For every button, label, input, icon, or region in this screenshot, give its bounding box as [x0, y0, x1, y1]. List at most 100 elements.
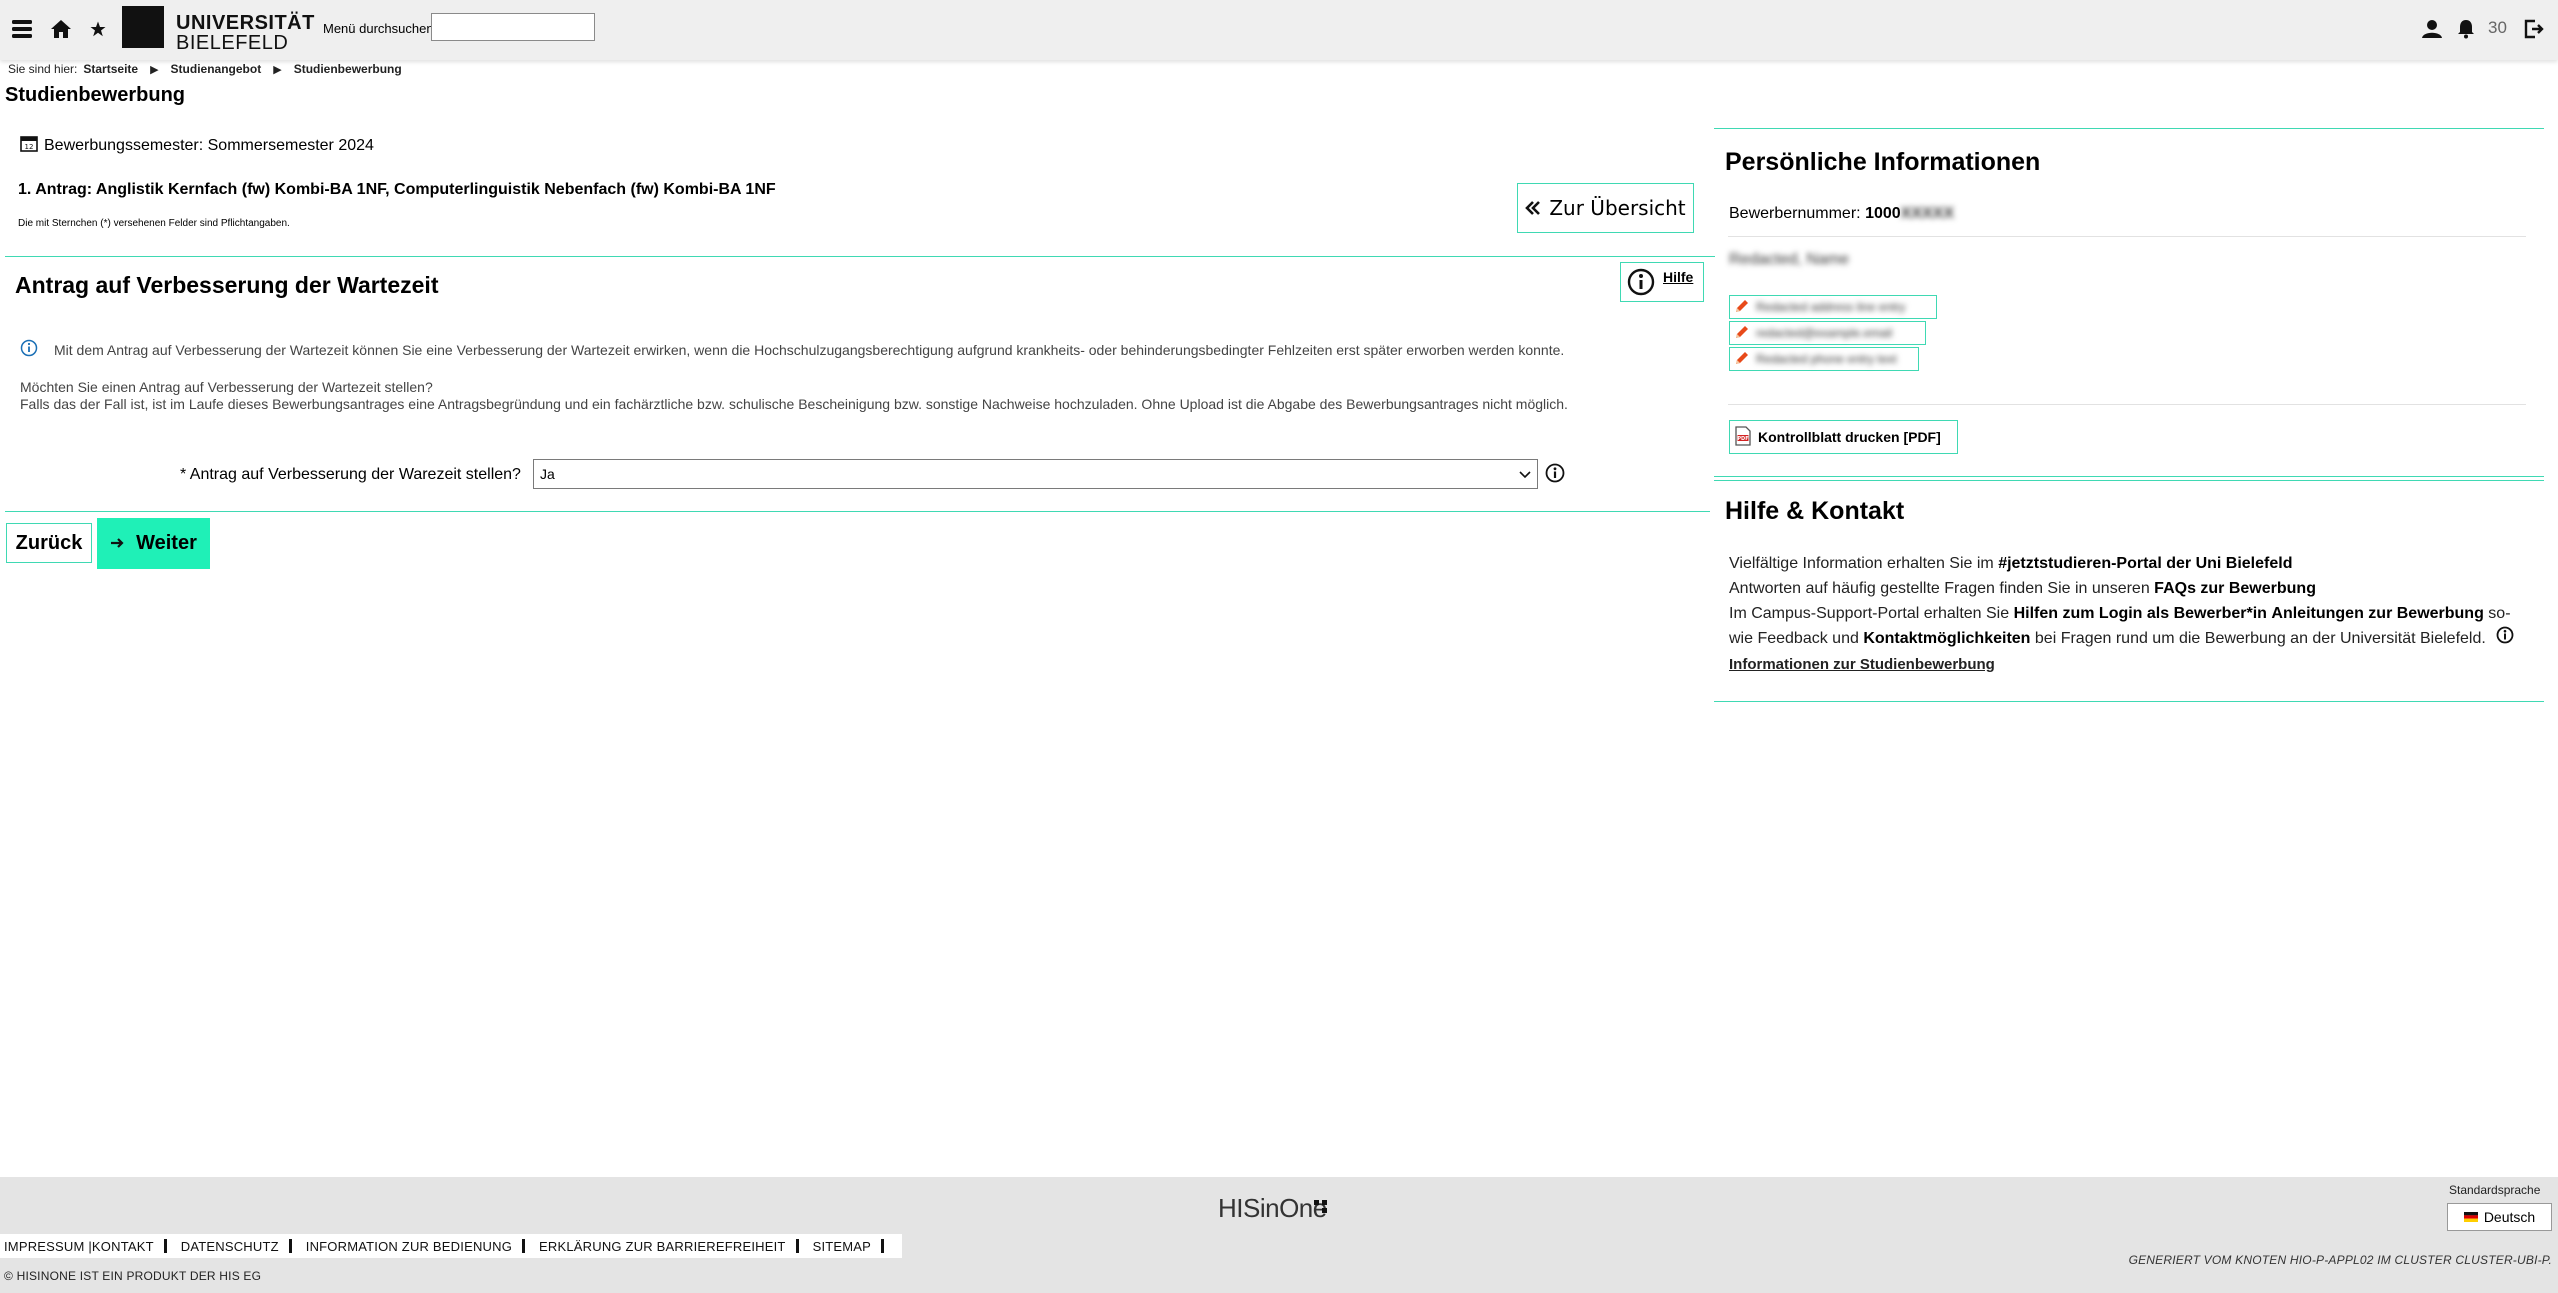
footer-link-datenschutz[interactable]: DATENSCHUTZ	[181, 1239, 279, 1254]
home-icon[interactable]	[46, 14, 76, 44]
divider	[1714, 476, 2544, 477]
language-button-label: Deutsch	[2483, 1209, 2536, 1225]
footer-link-bedienung[interactable]: INFORMATION ZUR BEDIENUNG	[306, 1239, 512, 1254]
footer-separator	[288, 1239, 292, 1253]
study-application-info-link[interactable]: Informationen zur Studienbewerbung	[1729, 656, 1995, 673]
generated-node-info: GENERIERT VOM KNOTEN HIO-P-APPL02 IM CLU…	[2128, 1253, 2552, 1267]
hisinone-logo[interactable]: HISinOne	[1218, 1193, 1327, 1224]
personal-info-heading: Persönliche Informationen	[1725, 148, 2041, 176]
question-line-2: Falls das der Fall ist, ist im Laufe die…	[20, 396, 1568, 412]
breadcrumb-startseite[interactable]: Startseite	[83, 62, 138, 76]
wartezeit-field-label: * Antrag auf Verbesserung der Warezeit s…	[180, 466, 521, 483]
info-text: Mit dem Antrag auf Verbesserung der Wart…	[54, 341, 1565, 358]
help-line-3-text: Im Campus-Support-Portal erhalten Sie	[1729, 605, 2014, 622]
info-circle-icon[interactable]	[2496, 626, 2514, 652]
logout-icon[interactable]	[2519, 14, 2549, 44]
calendar-icon: 12	[20, 134, 38, 157]
help-line-2: Antworten auf häufig gestellte Fragen fi…	[1729, 576, 2519, 601]
print-pdf-label: Kontrollblatt drucken [PDF]	[1758, 429, 1941, 445]
overview-button[interactable]: Zur Übersicht	[1517, 183, 1694, 233]
menu-search-label: Menü durchsuchen	[323, 21, 434, 36]
divider	[5, 256, 1715, 257]
top-bar: UNIVERSITÄT BIELEFELD Menü durchsuchen 3…	[0, 0, 2558, 60]
help-line-3: Im Campus-Support-Portal erhalten Sie Hi…	[1729, 601, 2519, 626]
print-pdf-button[interactable]: PDF Kontrollblatt drucken [PDF]	[1729, 420, 1958, 454]
jetztstudieren-link[interactable]: #jetztstudieren-Portal der Uni Bielefeld	[1998, 555, 2292, 572]
footer-separator	[795, 1239, 799, 1253]
university-logo[interactable]	[122, 6, 164, 48]
footer-separator	[881, 1239, 885, 1253]
university-wordmark: UNIVERSITÄT BIELEFELD	[176, 13, 315, 53]
divider	[1714, 480, 2544, 481]
help-button-label: Hilfe	[1663, 269, 1694, 285]
help-line-5: Informationen zur Studienbewerbung	[1729, 652, 2519, 677]
divider	[5, 511, 1710, 512]
help-line-4-text: wie Feedback und	[1729, 630, 1864, 648]
field-info-icon[interactable]	[1545, 463, 1565, 488]
wartezeit-select[interactable]: Ja	[533, 459, 1538, 489]
double-chevron-left-icon	[1525, 196, 1541, 220]
back-button[interactable]: Zurück	[6, 523, 92, 563]
help-line-3-tail: so-	[2483, 605, 2511, 622]
info-message: Mit dem Antrag auf Verbesserung der Wart…	[20, 339, 1564, 360]
question-line-1: Möchten Sie einen Antrag auf Verbesserun…	[20, 379, 433, 395]
menu-search-input[interactable]	[431, 13, 595, 41]
divider	[1728, 404, 2526, 405]
pencil-icon	[1734, 350, 1750, 369]
footer-links: IMPRESSUM |KONTAKT DATENSCHUTZ INFORMATI…	[0, 1234, 903, 1258]
star-icon[interactable]	[83, 14, 113, 44]
edit-email-link[interactable]: redacted@example.email	[1729, 321, 1926, 345]
help-line-1-text: Vielfältige Information erhalten Sie im	[1729, 555, 1999, 572]
breadcrumb: Sie sind hier: Startseite ▶ Studienangeb…	[8, 62, 402, 76]
pdf-icon: PDF	[1734, 425, 1752, 449]
help-button[interactable]: Hilfe	[1620, 262, 1704, 302]
help-contact-text: Vielfältige Information erhalten Sie im …	[1729, 551, 2519, 677]
divider	[1714, 128, 2544, 129]
footer-link-sitemap[interactable]: SITEMAP	[813, 1239, 871, 1254]
overview-button-label: Zur Übersicht	[1549, 196, 1686, 220]
arrow-right-icon	[110, 532, 124, 555]
applicant-number-value: 1000	[1865, 205, 1901, 222]
info-circle-icon	[1627, 268, 1655, 301]
faq-link[interactable]: FAQs zur Bewerbung	[2154, 580, 2316, 597]
bell-icon[interactable]	[2451, 14, 2481, 44]
next-button[interactable]: Weiter	[97, 518, 210, 569]
german-flag-icon	[2463, 1209, 2478, 1225]
footer-link-impressum[interactable]: IMPRESSUM |KONTAKT	[4, 1239, 154, 1254]
applicant-number-label: Bewerbernummer:	[1729, 205, 1861, 222]
menu-icon[interactable]	[7, 14, 37, 44]
breadcrumb-studienbewerbung[interactable]: Studienbewerbung	[294, 62, 402, 76]
semester-text: Bewerbungssemester: Sommersemester 2024	[44, 136, 374, 154]
edit-phone-link[interactable]: Redacted phone entry text	[1729, 347, 1919, 371]
footer-separator	[163, 1239, 167, 1253]
footer-link-barrierefreiheit[interactable]: ERKLÄRUNG ZUR BARRIEREFREIHEIT	[539, 1239, 786, 1254]
logo-line-2: BIELEFELD	[176, 32, 289, 54]
edit-address-link[interactable]: Redacted address line entry	[1729, 295, 1937, 319]
logo-line-1: UNIVERSITÄT	[176, 12, 315, 34]
chevron-right-icon: ▶	[150, 63, 159, 76]
edit-email-text: redacted@example.email	[1756, 326, 1893, 340]
edit-address-text: Redacted address line entry	[1756, 300, 1906, 314]
svg-text:PDF: PDF	[1737, 436, 1748, 442]
hisinone-logo-text: HISinOne	[1218, 1193, 1327, 1223]
contact-link[interactable]: Kontaktmöglichkeiten	[1863, 630, 2030, 647]
semester-info: 12 Bewerbungssemester: Sommersemester 20…	[20, 134, 374, 157]
language-button[interactable]: Deutsch	[2447, 1203, 2552, 1231]
question-block: Möchten Sie einen Antrag auf Verbesserun…	[20, 379, 1568, 413]
login-help-link[interactable]: Hilfen zum Login als Bewerber*in	[2014, 605, 2267, 622]
section-heading: Antrag auf Verbesserung der Wartezeit	[15, 272, 439, 298]
breadcrumb-studienangebot[interactable]: Studienangebot	[171, 62, 262, 76]
pencil-icon	[1734, 298, 1750, 317]
logo-dots-icon	[1314, 1190, 1328, 1221]
help-line-2-text: Antworten auf häufig gestellte Fragen fi…	[1729, 580, 2155, 597]
chevron-down-icon	[1519, 466, 1531, 482]
help-line-1: Vielfältige Information erhalten Sie im …	[1729, 551, 2519, 576]
application-guide-link[interactable]: Anleitungen zur Bewerbung	[2271, 605, 2483, 622]
help-line-4-tail: bei Fragen rund um die Bewerbung an der …	[2030, 630, 2486, 648]
divider	[1728, 236, 2526, 237]
user-icon[interactable]	[2417, 14, 2447, 44]
default-language-label: Standardsprache	[2449, 1183, 2541, 1197]
svg-text:12: 12	[25, 143, 34, 151]
edit-phone-text: Redacted phone entry text	[1756, 352, 1897, 366]
info-icon	[20, 339, 38, 360]
